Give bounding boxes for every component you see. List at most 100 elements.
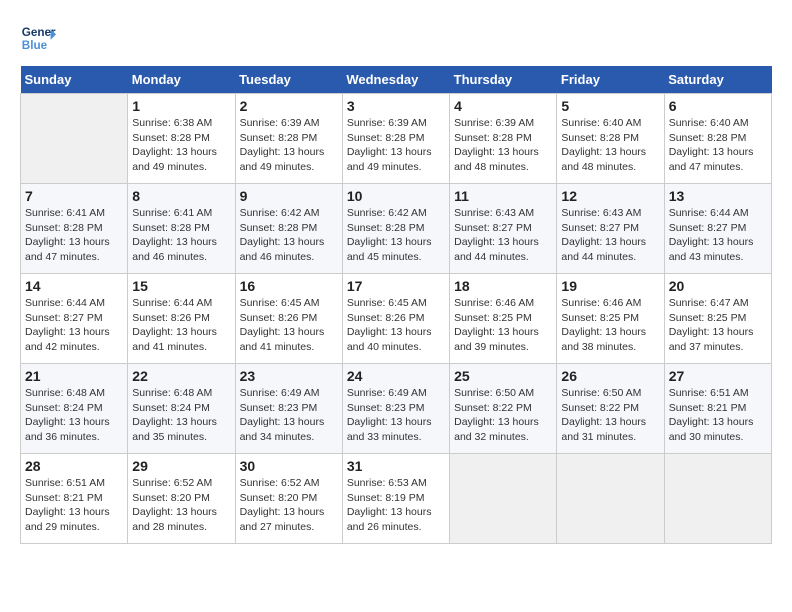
day-header-tuesday: Tuesday <box>235 66 342 94</box>
day-info: Sunrise: 6:44 AM Sunset: 8:27 PM Dayligh… <box>25 296 123 355</box>
day-number: 22 <box>132 368 230 384</box>
calendar-cell: 6 Sunrise: 6:40 AM Sunset: 8:28 PM Daylig… <box>664 94 771 184</box>
day-info: Sunrise: 6:40 AM Sunset: 8:28 PM Dayligh… <box>669 116 767 175</box>
day-info: Sunrise: 6:46 AM Sunset: 8:25 PM Dayligh… <box>561 296 659 355</box>
day-info: Sunrise: 6:43 AM Sunset: 8:27 PM Dayligh… <box>561 206 659 265</box>
header: General Blue <box>20 20 772 56</box>
week-row-2: 7Sunrise: 6:41 AM Sunset: 8:28 PM Daylig… <box>21 184 772 274</box>
day-number: 19 <box>561 278 659 294</box>
day-number: 10 <box>347 188 445 204</box>
day-info: Sunrise: 6:43 AM Sunset: 8:27 PM Dayligh… <box>454 206 552 265</box>
day-header-saturday: Saturday <box>664 66 771 94</box>
calendar-cell <box>450 454 557 544</box>
day-info: Sunrise: 6:45 AM Sunset: 8:26 PM Dayligh… <box>347 296 445 355</box>
calendar-cell: 11 Sunrise: 6:43 AM Sunset: 8:27 PM Dayli… <box>450 184 557 274</box>
day-number: 27 <box>669 368 767 384</box>
calendar-cell: 22 Sunrise: 6:48 AM Sunset: 8:24 PM Dayli… <box>128 364 235 454</box>
day-number: 8 <box>132 188 230 204</box>
calendar-cell <box>21 94 128 184</box>
calendar-cell: 5Sunrise: 6:40 AM Sunset: 8:28 PM Daylig… <box>557 94 664 184</box>
day-number: 31 <box>347 458 445 474</box>
calendar-cell: 25 Sunrise: 6:50 AM Sunset: 8:22 PM Dayli… <box>450 364 557 454</box>
svg-text:Blue: Blue <box>22 39 48 52</box>
day-number: 6 <box>669 98 767 114</box>
calendar-body: 1 Sunrise: 6:38 AM Sunset: 8:28 PM Daylig… <box>21 94 772 544</box>
day-header-thursday: Thursday <box>450 66 557 94</box>
day-info: Sunrise: 6:47 AM Sunset: 8:25 PM Dayligh… <box>669 296 767 355</box>
calendar-cell: 12 Sunrise: 6:43 AM Sunset: 8:27 PM Dayli… <box>557 184 664 274</box>
day-info: Sunrise: 6:53 AM Sunset: 8:19 PM Dayligh… <box>347 476 445 535</box>
day-number: 26 <box>561 368 659 384</box>
day-number: 4 <box>454 98 552 114</box>
day-header-monday: Monday <box>128 66 235 94</box>
day-info: Sunrise: 6:52 AM Sunset: 8:20 PM Dayligh… <box>132 476 230 535</box>
calendar-cell: 30Sunrise: 6:52 AM Sunset: 8:20 PM Dayli… <box>235 454 342 544</box>
day-number: 3 <box>347 98 445 114</box>
day-info: Sunrise: 6:39 AM Sunset: 8:28 PM Dayligh… <box>347 116 445 175</box>
calendar-cell <box>557 454 664 544</box>
calendar-cell: 14Sunrise: 6:44 AM Sunset: 8:27 PM Dayli… <box>21 274 128 364</box>
day-number: 12 <box>561 188 659 204</box>
day-number: 17 <box>347 278 445 294</box>
day-info: Sunrise: 6:45 AM Sunset: 8:26 PM Dayligh… <box>240 296 338 355</box>
day-info: Sunrise: 6:48 AM Sunset: 8:24 PM Dayligh… <box>132 386 230 445</box>
day-info: Sunrise: 6:38 AM Sunset: 8:28 PM Dayligh… <box>132 116 230 175</box>
calendar-cell: 7Sunrise: 6:41 AM Sunset: 8:28 PM Daylig… <box>21 184 128 274</box>
day-number: 2 <box>240 98 338 114</box>
day-info: Sunrise: 6:49 AM Sunset: 8:23 PM Dayligh… <box>240 386 338 445</box>
day-info: Sunrise: 6:44 AM Sunset: 8:26 PM Dayligh… <box>132 296 230 355</box>
calendar-cell: 29 Sunrise: 6:52 AM Sunset: 8:20 PM Dayli… <box>128 454 235 544</box>
day-header-sunday: Sunday <box>21 66 128 94</box>
day-info: Sunrise: 6:51 AM Sunset: 8:21 PM Dayligh… <box>25 476 123 535</box>
day-info: Sunrise: 6:49 AM Sunset: 8:23 PM Dayligh… <box>347 386 445 445</box>
day-info: Sunrise: 6:50 AM Sunset: 8:22 PM Dayligh… <box>561 386 659 445</box>
calendar-cell: 27 Sunrise: 6:51 AM Sunset: 8:21 PM Dayli… <box>664 364 771 454</box>
calendar-cell: 9 Sunrise: 6:42 AM Sunset: 8:28 PM Daylig… <box>235 184 342 274</box>
calendar-cell: 21Sunrise: 6:48 AM Sunset: 8:24 PM Dayli… <box>21 364 128 454</box>
day-number: 28 <box>25 458 123 474</box>
day-number: 13 <box>669 188 767 204</box>
calendar-cell: 1 Sunrise: 6:38 AM Sunset: 8:28 PM Daylig… <box>128 94 235 184</box>
logo: General Blue <box>20 20 56 56</box>
week-row-1: 1 Sunrise: 6:38 AM Sunset: 8:28 PM Daylig… <box>21 94 772 184</box>
day-info: Sunrise: 6:44 AM Sunset: 8:27 PM Dayligh… <box>669 206 767 265</box>
day-number: 18 <box>454 278 552 294</box>
calendar-cell: 13 Sunrise: 6:44 AM Sunset: 8:27 PM Dayli… <box>664 184 771 274</box>
week-row-3: 14Sunrise: 6:44 AM Sunset: 8:27 PM Dayli… <box>21 274 772 364</box>
day-info: Sunrise: 6:42 AM Sunset: 8:28 PM Dayligh… <box>240 206 338 265</box>
day-number: 29 <box>132 458 230 474</box>
calendar-cell: 19 Sunrise: 6:46 AM Sunset: 8:25 PM Dayli… <box>557 274 664 364</box>
calendar-cell: 10Sunrise: 6:42 AM Sunset: 8:28 PM Dayli… <box>342 184 449 274</box>
calendar-cell: 8Sunrise: 6:41 AM Sunset: 8:28 PM Daylig… <box>128 184 235 274</box>
week-row-5: 28 Sunrise: 6:51 AM Sunset: 8:21 PM Dayli… <box>21 454 772 544</box>
day-info: Sunrise: 6:50 AM Sunset: 8:22 PM Dayligh… <box>454 386 552 445</box>
day-info: Sunrise: 6:48 AM Sunset: 8:24 PM Dayligh… <box>25 386 123 445</box>
day-info: Sunrise: 6:51 AM Sunset: 8:21 PM Dayligh… <box>669 386 767 445</box>
calendar-cell: 20 Sunrise: 6:47 AM Sunset: 8:25 PM Dayli… <box>664 274 771 364</box>
day-header-friday: Friday <box>557 66 664 94</box>
calendar-cell: 2 Sunrise: 6:39 AM Sunset: 8:28 PM Daylig… <box>235 94 342 184</box>
day-header-wednesday: Wednesday <box>342 66 449 94</box>
calendar-cell: 31 Sunrise: 6:53 AM Sunset: 8:19 PM Dayli… <box>342 454 449 544</box>
calendar-cell: 3 Sunrise: 6:39 AM Sunset: 8:28 PM Daylig… <box>342 94 449 184</box>
day-number: 24 <box>347 368 445 384</box>
calendar-cell: 17 Sunrise: 6:45 AM Sunset: 8:26 PM Dayli… <box>342 274 449 364</box>
calendar-cell: 16Sunrise: 6:45 AM Sunset: 8:26 PM Dayli… <box>235 274 342 364</box>
calendar-cell: 24 Sunrise: 6:49 AM Sunset: 8:23 PM Dayli… <box>342 364 449 454</box>
day-number: 9 <box>240 188 338 204</box>
day-info: Sunrise: 6:39 AM Sunset: 8:28 PM Dayligh… <box>454 116 552 175</box>
day-number: 1 <box>132 98 230 114</box>
day-info: Sunrise: 6:39 AM Sunset: 8:28 PM Dayligh… <box>240 116 338 175</box>
day-number: 20 <box>669 278 767 294</box>
day-number: 25 <box>454 368 552 384</box>
calendar-cell: 26 Sunrise: 6:50 AM Sunset: 8:22 PM Dayli… <box>557 364 664 454</box>
logo-icon: General Blue <box>20 20 56 56</box>
calendar-cell: 23Sunrise: 6:49 AM Sunset: 8:23 PM Dayli… <box>235 364 342 454</box>
calendar-cell <box>664 454 771 544</box>
day-number: 7 <box>25 188 123 204</box>
calendar-cell: 18Sunrise: 6:46 AM Sunset: 8:25 PM Dayli… <box>450 274 557 364</box>
day-number: 5 <box>561 98 659 114</box>
calendar-cell: 4 Sunrise: 6:39 AM Sunset: 8:28 PM Daylig… <box>450 94 557 184</box>
calendar-table: SundayMondayTuesdayWednesdayThursdayFrid… <box>20 66 772 544</box>
day-number: 11 <box>454 188 552 204</box>
